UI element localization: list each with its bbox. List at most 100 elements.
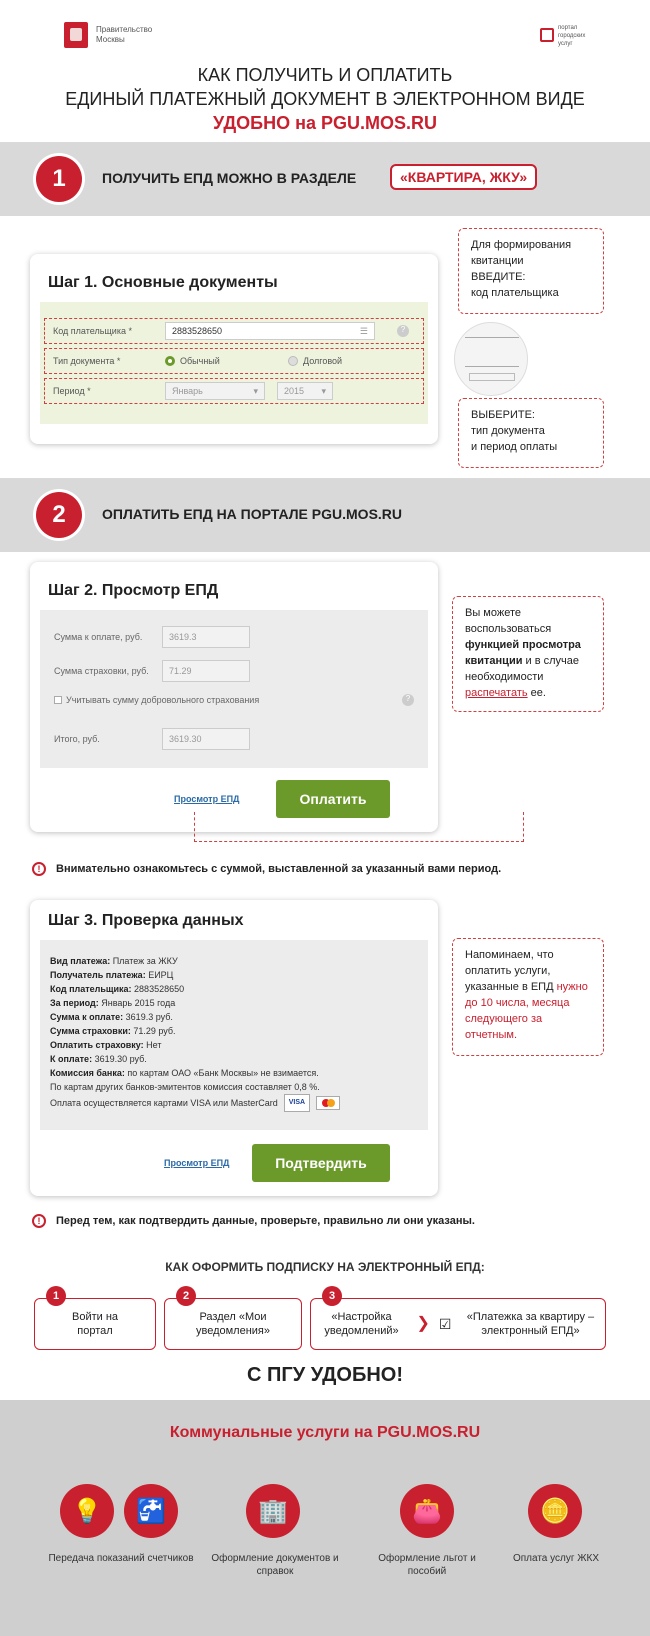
view-epd-link[interactable]: Просмотр ЕПД <box>164 1158 229 1168</box>
note-text-1: Вы можете воспользоваться <box>465 607 552 635</box>
data-line: К оплате: 3619.30 руб. <box>50 1054 147 1064</box>
chevron-down-icon: ▾ <box>253 385 258 396</box>
bulb-icon[interactable]: 💡 <box>60 1484 114 1538</box>
org-name: Правительство Москвы <box>96 25 153 44</box>
print-link[interactable]: распечатать <box>465 687 528 699</box>
subscribe-step-3: «Настройка уведомлений» ❯ ☑ «Платежка за… <box>310 1298 606 1350</box>
note1-line3: ВВЕДИТЕ: <box>471 271 526 283</box>
data-line: Сумма страховки: 71.29 руб. <box>50 1026 176 1036</box>
page-title-line2: ЕДИНЫЙ ПЛАТЕЖНЫЙ ДОКУМЕНТ В ЭЛЕКТРОННОМ … <box>65 89 585 109</box>
step1-number: 1 <box>36 156 82 202</box>
step2-form: Сумма к оплате, руб. 3619.3 Сумма страхо… <box>40 610 428 768</box>
step3-data: Вид платежа: Платеж за ЖКУ Получатель пл… <box>40 940 428 1130</box>
month-value: Январь <box>172 386 203 396</box>
chevron-down-icon: ▾ <box>321 385 326 396</box>
service-housing-payment[interactable]: Оплата услуг ЖКХ <box>506 1552 606 1565</box>
service-meters[interactable]: Передача показаний счетчиков <box>46 1552 196 1565</box>
wallet-icon[interactable]: 👛 <box>400 1484 454 1538</box>
step3-note: Напоминаем, что оплатить услуги, указанн… <box>452 938 604 1056</box>
data-line: Комиссия банка: по картам ОАО «Банк Моск… <box>50 1068 319 1078</box>
warning-icon: ! <box>32 1214 46 1228</box>
step2-number: 2 <box>36 492 82 538</box>
radio-debt[interactable] <box>288 356 298 366</box>
step2-card: Шаг 2. Просмотр ЕПД Сумма к оплате, руб.… <box>30 562 438 832</box>
note1-line1: Для формирования <box>471 239 572 251</box>
warning-1-text: Внимательно ознакомьтесь с суммой, выста… <box>56 863 502 875</box>
checkbox-icon: ☑ <box>438 1316 452 1332</box>
coins-icon[interactable]: 🪙 <box>528 1484 582 1538</box>
cards-text: Оплата осуществляется картами VISA или M… <box>50 1098 278 1108</box>
payer-code-label: Код плательщика * <box>53 326 132 336</box>
payer-code-input[interactable]: 2883528650 ☰ <box>165 322 375 340</box>
insurance-input[interactable]: 71.29 <box>162 660 250 682</box>
subscribe-step-1-text: Войти на портал <box>71 1311 119 1337</box>
step1-form: Код плательщика * 2883528650 ☰ ? Тип док… <box>40 302 428 424</box>
moscow-emblem-icon <box>64 22 88 48</box>
radio-debt-label: Долговой <box>303 356 343 366</box>
page-title-line3: УДОБНО на PGU.MOS.RU <box>213 113 437 133</box>
data-line: Сумма к оплате: 3619.3 руб. <box>50 1012 173 1022</box>
insurance-label: Сумма страховки, руб. <box>54 666 149 676</box>
dashed-connector <box>194 812 524 842</box>
building-icon[interactable]: 🏢 <box>246 1484 300 1538</box>
year-select[interactable]: 2015 ▾ <box>277 382 333 400</box>
step3-card: Шаг 3. Проверка данных Вид платежа: Плат… <box>30 900 438 1196</box>
data-line: Получатель платежа: ЕИРЦ <box>50 970 174 980</box>
note1-line2: квитанции <box>471 255 524 267</box>
slogan: С ПГУ УДОБНО! <box>247 1364 403 1386</box>
step1-band: 1 ПОЛУЧИТЬ ЕПД МОЖНО В РАЗДЕЛЕ «КВАРТИРА… <box>0 142 650 216</box>
moscow-gov-logo: Правительство Москвы <box>64 22 166 48</box>
payer-code-row: Код плательщика * 2883528650 ☰ ? <box>44 318 424 344</box>
mastercard-icon <box>316 1096 341 1110</box>
note1-line4: код плательщика <box>471 287 559 299</box>
note2-line2: тип документа <box>471 425 545 437</box>
warning-1: ! Внимательно ознакомьтесь с суммой, выс… <box>32 862 501 876</box>
laptop-icon <box>540 28 554 42</box>
subscribe-step-1: Войти на портал <box>34 1298 156 1350</box>
footer-title: Коммунальные услуги на PGU.MOS.RU <box>169 1424 481 1441</box>
step2-card-title: Шаг 2. Просмотр ЕПД <box>48 582 219 599</box>
data-line: Вид платежа: Платеж за ЖКУ <box>50 956 178 966</box>
subscribe-step-3-text-b: «Платежка за квартиру – электронный ЕПД» <box>466 1311 595 1337</box>
menu-icon[interactable]: ☰ <box>360 326 368 337</box>
subscribe-title: КАК ОФОРМИТЬ ПОДПИСКУ НА ЭЛЕКТРОННЫЙ ЕПД… <box>165 1260 485 1274</box>
service-benefits[interactable]: Оформление льгот и пособий <box>362 1552 492 1578</box>
total-input[interactable]: 3619.30 <box>162 728 250 750</box>
month-select[interactable]: Январь ▾ <box>165 382 265 400</box>
doc-type-label: Тип документа * <box>53 356 121 366</box>
note-text: Напоминаем, что оплатить услуги, указанн… <box>465 949 557 993</box>
note2-line1: ВЫБЕРИТЕ: <box>471 409 535 421</box>
subscribe-step-2-num: 2 <box>176 1286 196 1306</box>
step1-note-enter: Для формирования квитанции ВВЕДИТЕ: код … <box>458 228 604 314</box>
pgu-logo: портал городских услуг <box>540 24 598 48</box>
subscribe-step-2-text: Раздел «Мои уведомления» <box>195 1311 271 1337</box>
note-text-3: ее. <box>527 687 546 699</box>
subscribe-step-3-text-a: «Настройка уведомлений» <box>324 1311 399 1337</box>
period-row: Период * Январь ▾ 2015 ▾ <box>44 378 424 404</box>
service-documents[interactable]: Оформление документов и справок <box>200 1552 350 1578</box>
help-icon[interactable]: ? <box>397 325 409 337</box>
subscribe-step-1-num: 1 <box>46 1286 66 1306</box>
step3-card-title: Шаг 3. Проверка данных <box>48 912 244 929</box>
faucet-icon[interactable]: 🚰 <box>124 1484 178 1538</box>
step2-note: Вы можете воспользоваться функцией просм… <box>452 596 604 712</box>
cards-line: Оплата осуществляется картами VISA или M… <box>50 1094 418 1112</box>
period-label: Период * <box>53 386 91 396</box>
data-line: Оплатить страховку: Нет <box>50 1040 162 1050</box>
insurance-checkbox[interactable] <box>54 696 62 704</box>
view-epd-link[interactable]: Просмотр ЕПД <box>174 794 239 804</box>
total-label: Итого, руб. <box>54 734 100 744</box>
receipt-boxes <box>469 373 515 381</box>
warning-icon: ! <box>32 862 46 876</box>
step2-band: 2 ОПЛАТИТЬ ЕПД НА ПОРТАЛЕ PGU.MOS.RU <box>0 478 650 552</box>
doc-type-row: Тип документа * Обычный Долговой <box>44 348 424 374</box>
sum-input[interactable]: 3619.3 <box>162 626 250 648</box>
footer-services: Коммунальные услуги на PGU.MOS.RU 💡 🚰 Пе… <box>0 1400 650 1636</box>
portal-name: портал городских услуг <box>558 25 586 47</box>
page-title-line1: КАК ПОЛУЧИТЬ И ОПЛАТИТЬ <box>197 65 453 85</box>
help-icon[interactable]: ? <box>402 694 414 706</box>
confirm-button[interactable]: Подтвердить <box>252 1144 390 1182</box>
radio-regular-label: Обычный <box>180 356 220 366</box>
radio-regular[interactable] <box>165 356 175 366</box>
payer-code-value: 2883528650 <box>172 326 223 336</box>
